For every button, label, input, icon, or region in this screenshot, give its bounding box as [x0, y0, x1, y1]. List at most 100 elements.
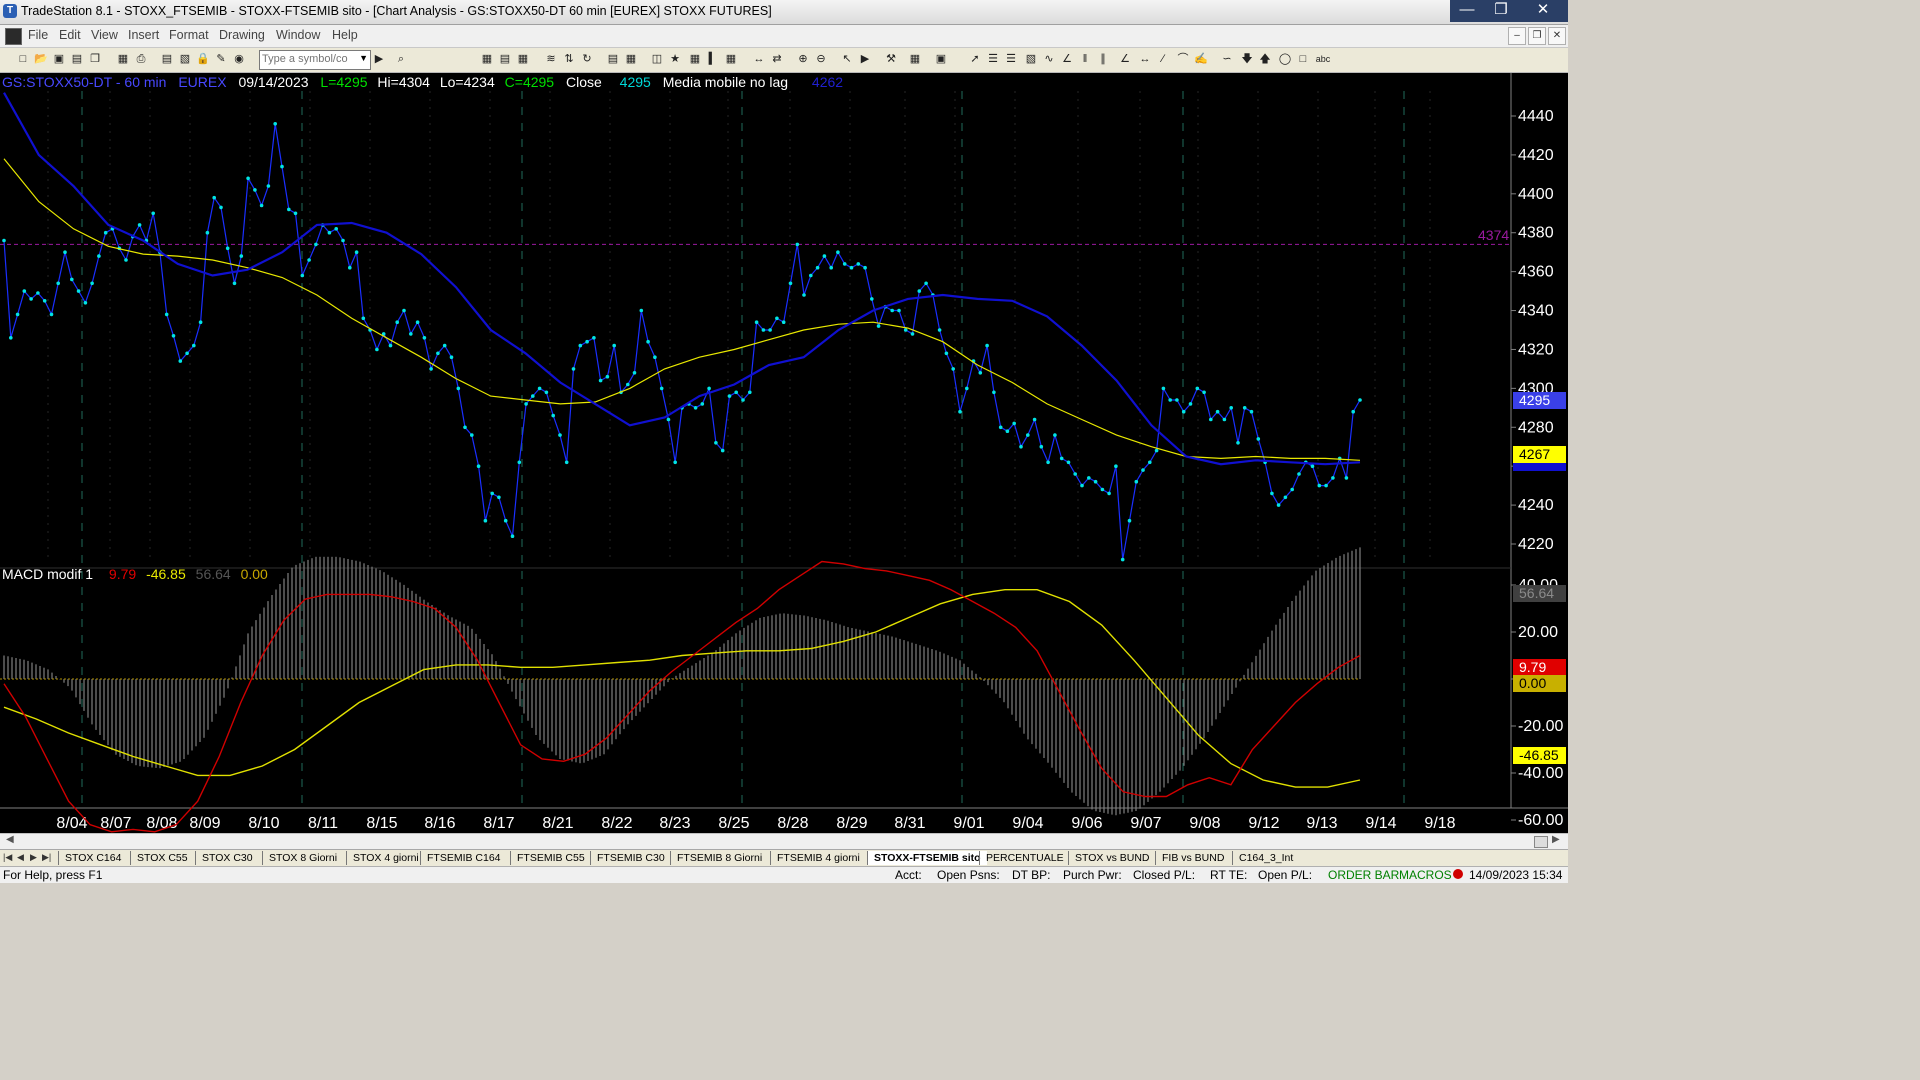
- mdi-close-button[interactable]: ✕: [1548, 27, 1566, 45]
- horizontal-line-icon[interactable]: ☰: [1004, 53, 1018, 66]
- tab-c164-3-int[interactable]: C164_3_Int: [1232, 851, 1299, 865]
- gann-icon[interactable]: ∥: [1096, 53, 1110, 66]
- print-icon[interactable]: ⎙: [134, 53, 148, 66]
- mdi-minimize-button[interactable]: –: [1508, 27, 1526, 45]
- bar-style-icon[interactable]: ▦: [624, 53, 638, 66]
- chart-scrollbar[interactable]: ◀ ▶: [0, 833, 1568, 850]
- tab-stox-4-giorni[interactable]: STOX 4 giorni: [346, 851, 425, 865]
- edit-icon[interactable]: ✎: [214, 53, 228, 66]
- tab-stox-c30[interactable]: STOX C30: [195, 851, 259, 865]
- text-icon[interactable]: abc: [1314, 53, 1332, 66]
- strategy-icon[interactable]: ⇅: [562, 53, 576, 66]
- close-button[interactable]: ✕: [1518, 0, 1568, 22]
- new-workspace-icon[interactable]: ▣: [52, 53, 66, 66]
- new-icon[interactable]: □: [16, 53, 30, 66]
- open-workspace-icon[interactable]: ▤: [70, 53, 84, 66]
- tab-stox-c55[interactable]: STOX C55: [130, 851, 194, 865]
- vertical-lines-icon[interactable]: ☰: [986, 53, 1000, 66]
- tab-fib-vs-bund[interactable]: FIB vs BUND: [1155, 851, 1230, 865]
- macros-button[interactable]: MACROS: [1399, 868, 1452, 882]
- zoom-out-icon[interactable]: ⊖: [814, 53, 828, 66]
- scroll-thumb[interactable]: [1534, 836, 1548, 848]
- zoom-in-icon[interactable]: ⊕: [796, 53, 810, 66]
- tab-next-icon[interactable]: ▶: [30, 852, 37, 863]
- indicator-icon[interactable]: ≋: [544, 53, 558, 66]
- alert-icon[interactable]: ▣: [934, 53, 948, 66]
- trendline-icon[interactable]: ➚: [968, 53, 982, 66]
- chart-canvas[interactable]: 4220424042604280430043204340436043804400…: [0, 73, 1568, 833]
- tab-stox-vs-bund[interactable]: STOX vs BUND: [1068, 851, 1155, 865]
- arc-icon[interactable]: ⌒: [1176, 53, 1190, 66]
- chart-analysis-window[interactable]: 4220424042604280430043204340436043804400…: [0, 73, 1568, 833]
- tab-ftsemib-c55[interactable]: FTSEMIB C55: [510, 851, 591, 865]
- save-icon[interactable]: ▦: [116, 53, 130, 66]
- speed-lines-icon[interactable]: ∠: [1118, 53, 1132, 66]
- color-icon[interactable]: ◉: [232, 53, 246, 66]
- copy-icon[interactable]: ❐: [88, 53, 102, 66]
- tab-percentuale[interactable]: PERCENTUALE: [979, 851, 1070, 865]
- pen-icon[interactable]: ✍: [1194, 53, 1208, 66]
- tab-ftsemib-4-giorni[interactable]: FTSEMIB 4 giorni: [770, 851, 866, 865]
- scroll-right-icon[interactable]: ▶: [1552, 834, 1560, 845]
- tab-stoxx-ftsemib-sito[interactable]: STOXX-FTSEMIB sito: [867, 851, 987, 865]
- interval-icon[interactable]: ▦: [724, 53, 738, 66]
- symbol-input-box[interactable]: ▼: [259, 50, 371, 70]
- symbol-input[interactable]: [260, 51, 356, 67]
- bar-chart-icon[interactable]: ▍: [706, 53, 720, 66]
- grid-icon[interactable]: ▦: [516, 53, 530, 66]
- menu-window[interactable]: Window: [276, 28, 320, 42]
- scroll-left-icon[interactable]: ◀: [6, 834, 14, 845]
- tab-last-icon[interactable]: ▶|: [42, 852, 51, 863]
- insert-analysis-icon[interactable]: ▦: [480, 53, 494, 66]
- menu-format[interactable]: Format: [169, 28, 209, 42]
- lookup-icon[interactable]: ⌕: [394, 53, 408, 66]
- data-window-icon[interactable]: ▦: [688, 53, 702, 66]
- order-bar-button[interactable]: ORDER BAR: [1328, 868, 1399, 882]
- fib-icon[interactable]: ∿: [1042, 53, 1056, 66]
- rectangle-icon[interactable]: □: [1296, 53, 1310, 66]
- cascade-icon[interactable]: ▧: [178, 53, 192, 66]
- format-icon[interactable]: ▤: [498, 53, 512, 66]
- tab-first-icon[interactable]: |◀: [3, 852, 12, 863]
- fib-time-icon[interactable]: ‖: [1078, 53, 1092, 66]
- expand-icon[interactable]: ↔: [752, 53, 766, 66]
- menu-edit[interactable]: Edit: [59, 28, 81, 42]
- menu-help[interactable]: Help: [332, 28, 358, 42]
- pointer-icon[interactable]: ↖: [840, 53, 854, 66]
- lock-icon[interactable]: 🔒: [196, 53, 210, 66]
- fib-fan-icon[interactable]: ∠: [1060, 53, 1074, 66]
- channel-icon[interactable]: ▧: [1024, 53, 1038, 66]
- arrow-down-icon[interactable]: 🡇: [1240, 53, 1254, 66]
- menu-file[interactable]: File: [28, 28, 48, 42]
- window-layout-icon[interactable]: ▤: [160, 53, 174, 66]
- mdi-restore-button[interactable]: ❐: [1528, 27, 1546, 45]
- maximize-button[interactable]: ❐: [1484, 0, 1518, 22]
- parallel-icon[interactable]: ∕: [1156, 53, 1170, 66]
- menu-drawing[interactable]: Drawing: [219, 28, 265, 42]
- chevron-down-icon[interactable]: ▼: [359, 53, 368, 63]
- tab-stox-8-giorni[interactable]: STOX 8 Giorni: [262, 851, 343, 865]
- tradestation-app-icon[interactable]: T: [3, 4, 17, 18]
- tools-icon[interactable]: ⚒: [884, 53, 898, 66]
- chart-type-icon[interactable]: ▤: [606, 53, 620, 66]
- play-icon[interactable]: ▶: [372, 53, 386, 66]
- arrow-both-icon[interactable]: ↔: [1138, 53, 1152, 66]
- tab-stox-c164[interactable]: STOX C164: [58, 851, 127, 865]
- trade-icon[interactable]: ▦: [908, 53, 922, 66]
- snap-icon[interactable]: ▶: [858, 53, 872, 66]
- chart-window-icon[interactable]: [5, 28, 22, 45]
- tab-ftsemib-8-giorni[interactable]: FTSEMIB 8 Giorni: [670, 851, 768, 865]
- open-icon[interactable]: 📂: [34, 53, 48, 66]
- refresh-icon[interactable]: ↻: [580, 53, 594, 66]
- tab-ftsemib-c30[interactable]: FTSEMIB C30: [590, 851, 671, 865]
- menu-view[interactable]: View: [91, 28, 118, 42]
- ellipse-icon[interactable]: ◯: [1278, 53, 1292, 66]
- arrow-up-icon[interactable]: 🡅: [1258, 53, 1272, 66]
- candle-icon[interactable]: ◫: [650, 53, 664, 66]
- compress-icon[interactable]: ⇄: [770, 53, 784, 66]
- tab-prev-icon[interactable]: ◀: [17, 852, 24, 863]
- tab-ftsemib-c164[interactable]: FTSEMIB C164: [420, 851, 507, 865]
- symbol-icon[interactable]: ★: [668, 53, 682, 66]
- minimize-button[interactable]: —: [1450, 0, 1484, 22]
- curve-icon[interactable]: ∽: [1220, 53, 1234, 66]
